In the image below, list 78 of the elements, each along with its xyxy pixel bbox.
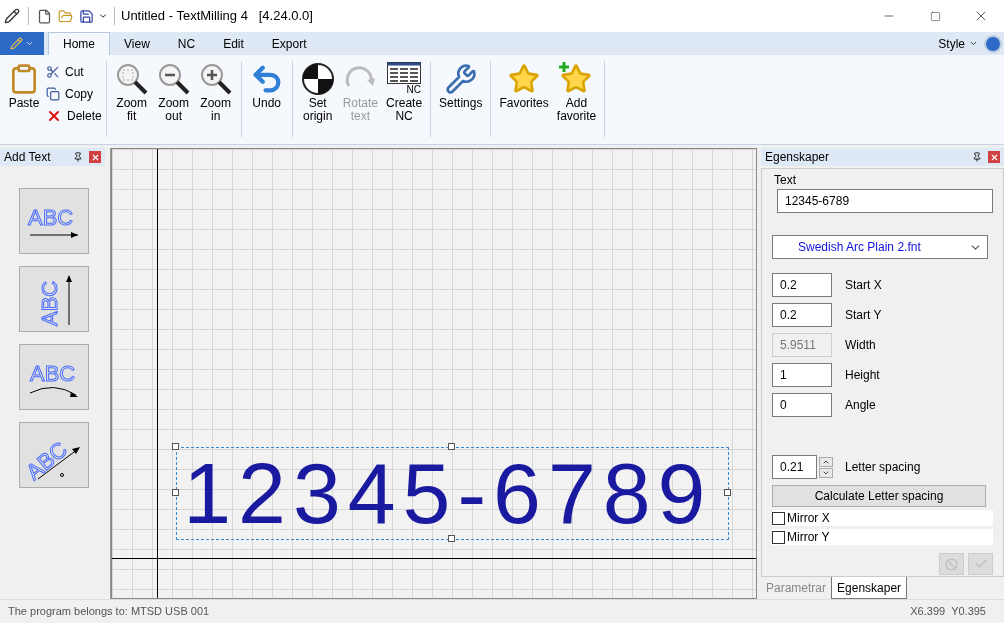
checkmark-icon [973, 557, 988, 571]
ribbon-button[interactable]: Favorites [495, 61, 553, 137]
ribbon-button[interactable]: Paste [4, 61, 44, 137]
close-icon[interactable] [988, 151, 1000, 163]
window-title: Untitled - TextMilling 4 [4.24.0.0] [121, 7, 313, 26]
origin-target-icon [300, 62, 335, 96]
copy-icon [46, 87, 60, 101]
new-file-icon[interactable] [37, 8, 52, 24]
pin-icon[interactable] [73, 152, 84, 162]
ribbon-button[interactable]: Zoom in [194, 61, 237, 137]
ribbon-button[interactable]: Zoom fit [110, 61, 153, 137]
spacing-input[interactable]: 0.21 [772, 455, 817, 479]
number-input[interactable]: 1 [772, 363, 832, 387]
ribbon-small-button[interactable]: Cut [46, 63, 102, 81]
field-label: Height [845, 367, 880, 384]
pencil-icon [10, 37, 23, 50]
ribbon-button[interactable]: Settings [435, 61, 487, 137]
magnifier-icon [198, 62, 233, 96]
resize-handle[interactable] [172, 443, 180, 450]
maximize-icon [929, 10, 941, 22]
calculate-button[interactable]: Calculate Letter spacing [772, 485, 986, 507]
quick-access-caret-icon[interactable] [98, 11, 108, 21]
text-input[interactable]: 12345-6789 [777, 189, 993, 213]
caret-icon [25, 39, 34, 48]
resize-handle[interactable] [172, 489, 180, 496]
panel-title: Add Text [4, 149, 51, 166]
app-menu-button[interactable] [0, 32, 44, 55]
resize-handle[interactable] [724, 489, 732, 496]
field-label: Angle [845, 397, 876, 414]
checkbox-row[interactable]: Mirror X [772, 510, 993, 526]
field-label: Start Y [845, 307, 882, 324]
save-icon[interactable] [79, 8, 94, 24]
ribbon-tab[interactable]: Export [257, 32, 321, 55]
panel-title: Egenskaper [765, 149, 830, 166]
ribbon-button[interactable]: NC Create NC [382, 61, 427, 137]
ribbon-tab[interactable]: Home [48, 32, 110, 55]
ribbon-tab[interactable]: NC [163, 32, 210, 55]
close-icon[interactable] [89, 151, 102, 163]
prohibited-icon [945, 557, 958, 571]
ribbon-button[interactable]: Zoom out [152, 61, 195, 137]
panel-tab[interactable]: Egenskaper [831, 577, 908, 599]
checkbox[interactable] [772, 530, 785, 544]
status-text: The program belongs to: MTSD USB 001 [8, 604, 210, 620]
delete-icon [46, 108, 62, 124]
ribbon-tab[interactable]: View [110, 32, 164, 55]
ribbon-tab[interactable]: Edit [209, 32, 258, 55]
field-label: Width [845, 337, 876, 354]
star-icon [508, 63, 541, 95]
checkbox-row[interactable]: Mirror Y [772, 529, 993, 545]
ribbon-small-button[interactable]: Delete [46, 107, 102, 125]
ribbon-button[interactable]: Set origin [296, 61, 339, 137]
style-menu[interactable]: Style [938, 34, 978, 53]
number-input[interactable]: 0.2 [772, 303, 832, 327]
checkbox[interactable] [772, 511, 785, 525]
app-pencil-icon[interactable] [4, 8, 20, 24]
ribbon-button[interactable]: Add favorite [552, 61, 601, 137]
ribbon-small-button[interactable]: Copy [46, 85, 102, 103]
resize-handle[interactable] [448, 535, 456, 542]
field-label: Text [773, 173, 797, 187]
scissors-icon [46, 65, 60, 79]
drawing-canvas[interactable]: 12345-6789 [111, 148, 757, 599]
resize-handle[interactable] [448, 443, 456, 450]
open-folder-icon[interactable] [58, 8, 73, 24]
spinner[interactable] [819, 456, 833, 478]
magnifier-icon [114, 62, 149, 96]
field-label: Letter spacing [845, 459, 921, 476]
cursor-y: Y0.395 [951, 604, 986, 620]
magnifier-icon [156, 62, 191, 96]
number-input[interactable]: 0 [772, 393, 832, 417]
pin-icon[interactable] [972, 152, 982, 162]
help-icon[interactable] [984, 34, 1002, 53]
ribbon-button[interactable]: Undo [245, 61, 288, 137]
tools-icon [444, 63, 477, 95]
cursor-x: X6.399 [910, 604, 946, 620]
caret-icon [969, 39, 978, 48]
number-input[interactable]: 0.2 [772, 273, 832, 297]
font-dropdown[interactable]: Swedish Arc Plain 2.fnt [772, 235, 988, 259]
field-label: Start X [845, 277, 882, 294]
